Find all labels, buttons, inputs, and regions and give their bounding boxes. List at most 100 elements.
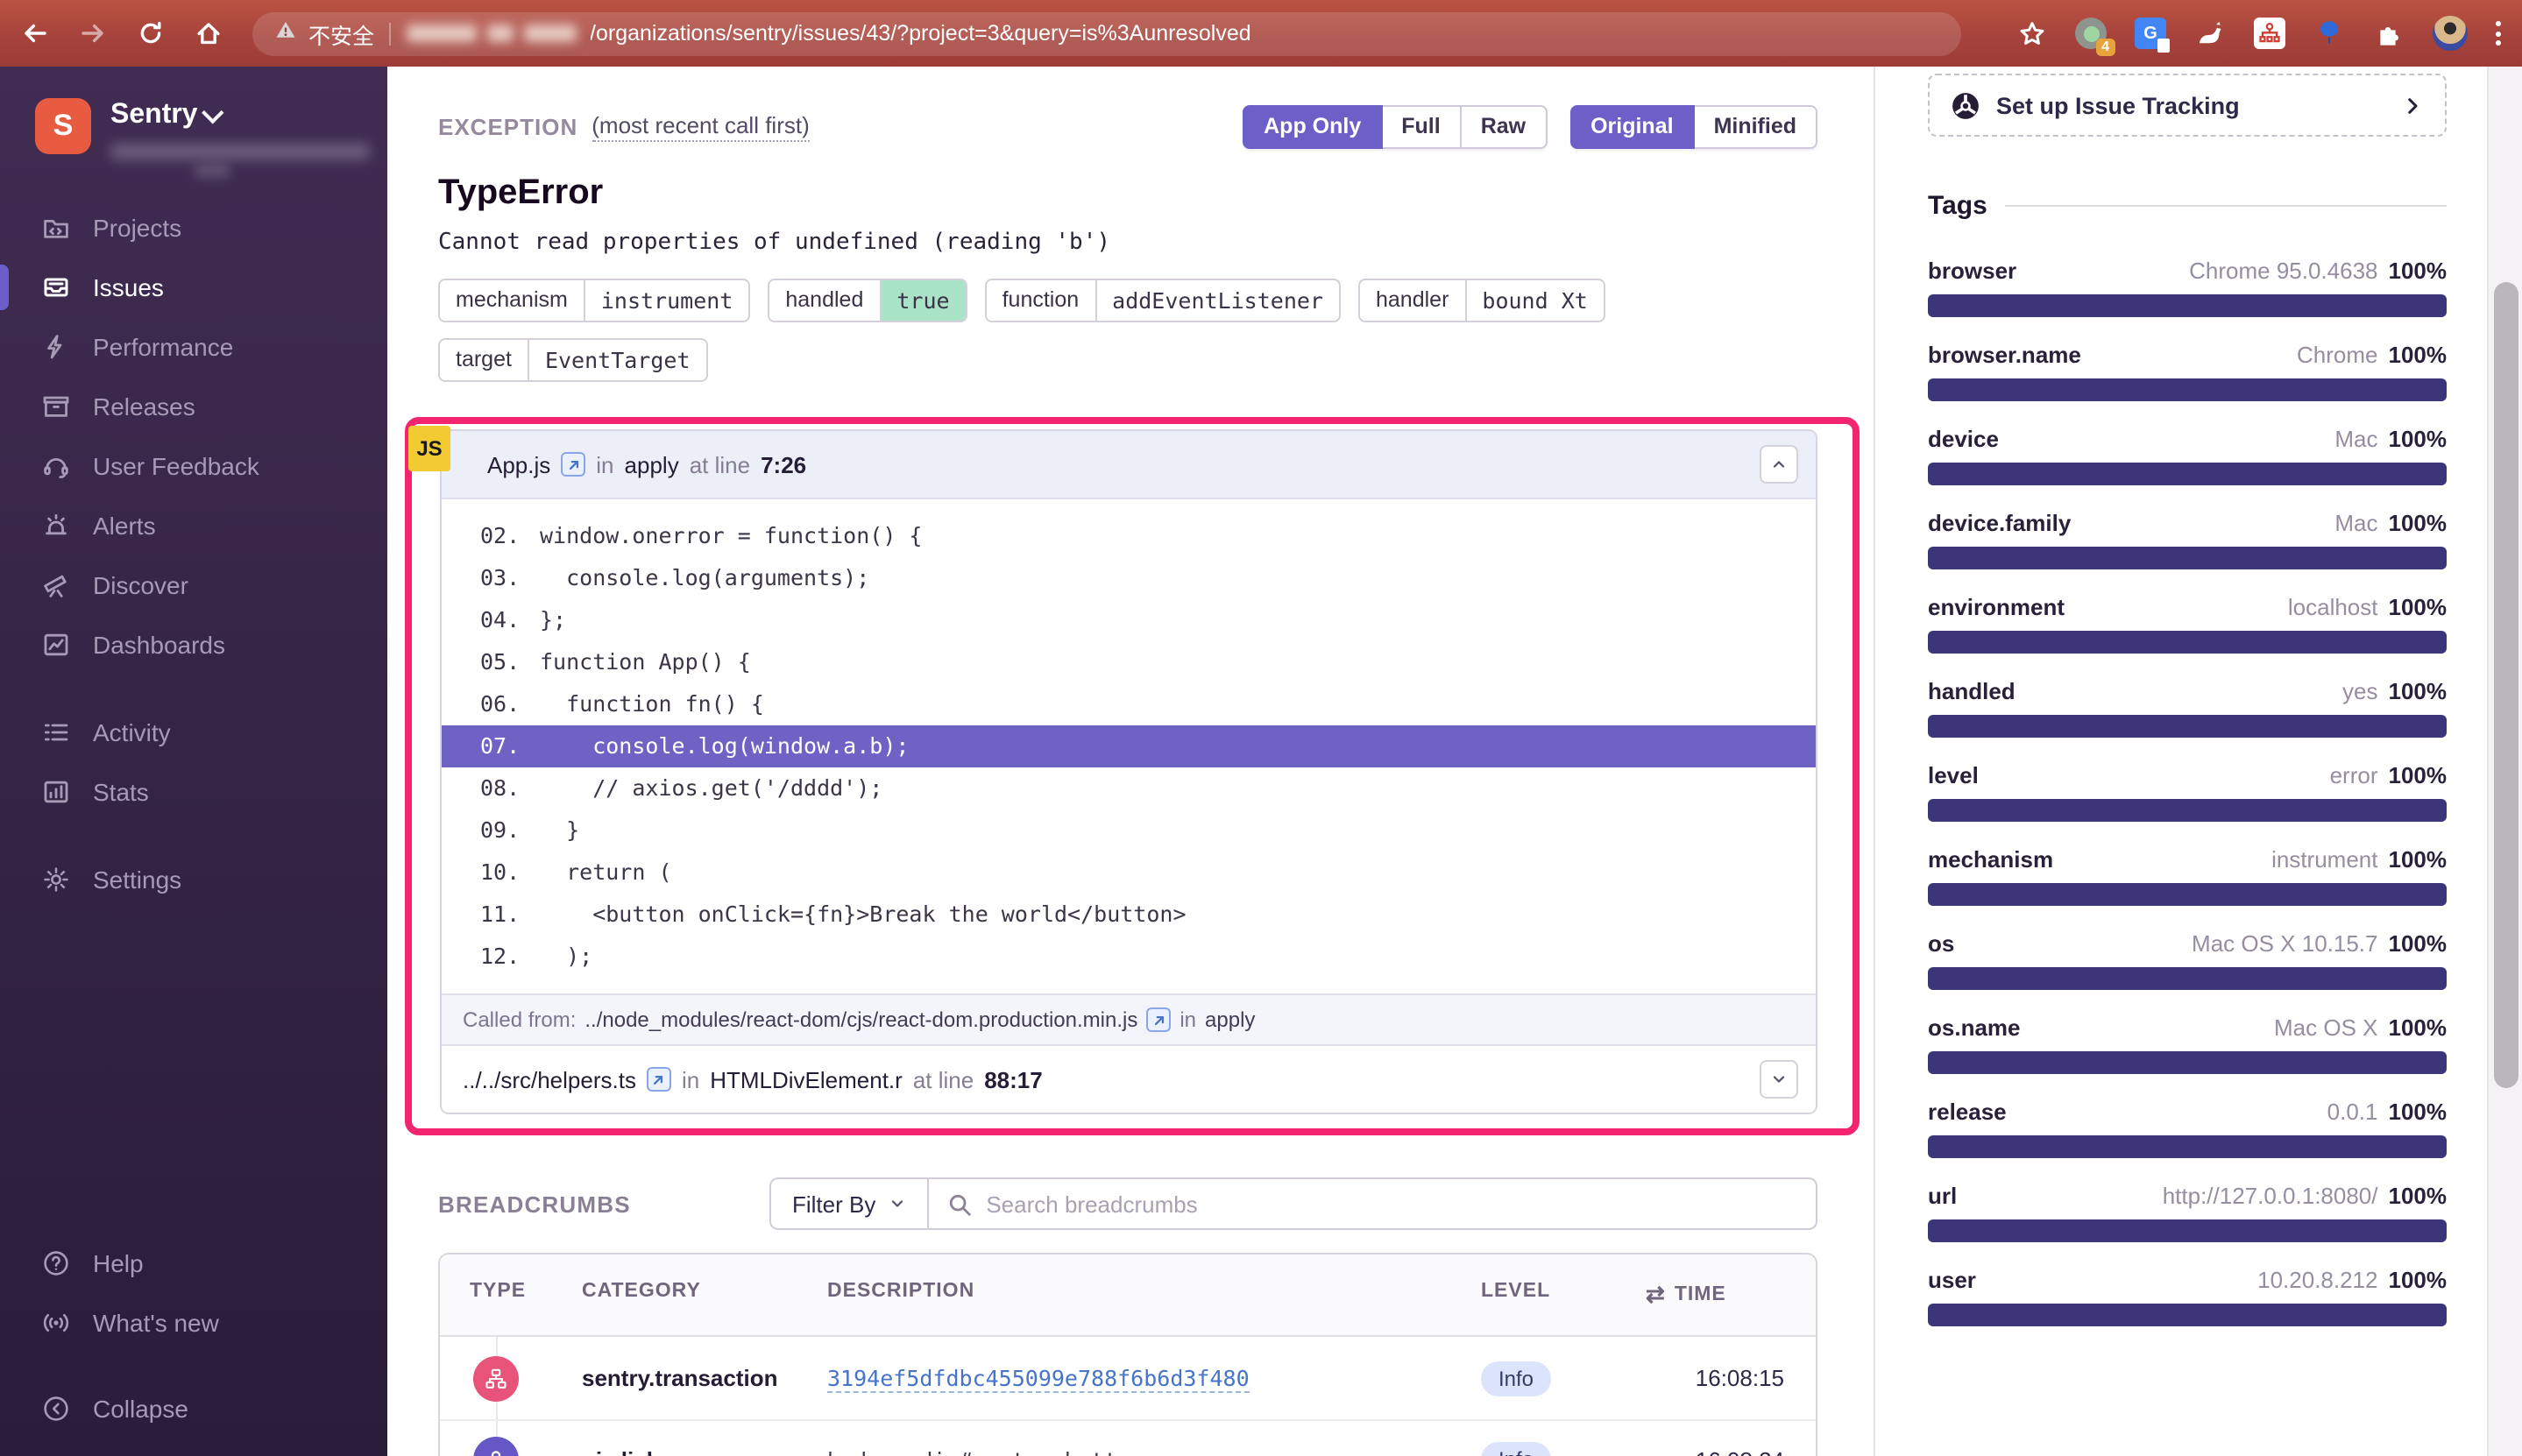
breadcrumb-row-ui-click[interactable]: ui.click body > div#root > button Info 1… — [440, 1419, 1816, 1456]
meta-pill-handled[interactable]: handledtrue — [768, 279, 967, 322]
exception-order-hint[interactable]: (most recent call first) — [592, 112, 810, 142]
sidebar-item-issues[interactable]: Issues — [0, 258, 387, 317]
sidebar-item-performance[interactable]: Performance — [0, 317, 387, 377]
tag-distribution-bar[interactable] — [1928, 1051, 2447, 1074]
code-line: 03. console.log(arguments); — [442, 557, 1816, 599]
raw-button[interactable]: Raw — [1462, 105, 1547, 149]
tag-distribution-bar[interactable] — [1928, 799, 2447, 822]
dog-extension-icon[interactable] — [2194, 18, 2226, 49]
meta-pill-target[interactable]: targetEventTarget — [438, 338, 708, 382]
tag-distribution-bar[interactable] — [1928, 883, 2447, 906]
tag-distribution-bar[interactable] — [1928, 715, 2447, 738]
meta-pill-mechanism[interactable]: mechanisminstrument — [438, 279, 750, 322]
open-source-icon[interactable] — [647, 1067, 671, 1092]
tag-environment[interactable]: environmentlocalhost100% — [1928, 594, 2447, 654]
security-warning-icon[interactable] — [273, 17, 298, 50]
page-scrollbar[interactable] — [2487, 67, 2522, 1456]
forward-button[interactable] — [79, 19, 107, 47]
sidebar-item-collapse[interactable]: Collapse — [0, 1379, 387, 1438]
tag-device-family[interactable]: device.familyMac100% — [1928, 510, 2447, 569]
url-bar[interactable]: 不安全 /organizations/sentry/issues/43/?pro… — [252, 11, 1961, 55]
extension-recorder-icon[interactable]: 4 — [2075, 18, 2107, 49]
browser-menu-icon[interactable] — [2496, 21, 2501, 46]
tag-browser[interactable]: browserChrome 95.0.4638100% — [1928, 258, 2447, 317]
sidebar-item-dashboards[interactable]: Dashboards — [0, 615, 387, 675]
sidebar-item-stats[interactable]: Stats — [0, 762, 387, 822]
search-breadcrumbs-input[interactable] — [986, 1191, 1798, 1217]
tag-release[interactable]: release0.0.1100% — [1928, 1099, 2447, 1158]
sidebar-item-discover[interactable]: Discover — [0, 555, 387, 615]
sidebar-item-settings[interactable]: Settings — [0, 850, 387, 909]
tag-distribution-bar[interactable] — [1928, 463, 2447, 485]
col-time-sort[interactable]: TIME — [1646, 1281, 1816, 1309]
full-button[interactable]: Full — [1382, 105, 1461, 149]
sidebar-item-activity[interactable]: Activity — [0, 703, 387, 762]
extensions-puzzle-icon[interactable] — [2373, 18, 2405, 49]
tags-list: browserChrome 95.0.4638100% browser.name… — [1928, 258, 2447, 1326]
tag-distribution-bar[interactable] — [1928, 294, 2447, 317]
browser-toolbar: 不安全 /organizations/sentry/issues/43/?pro… — [0, 0, 2522, 67]
sidebar-item-whats-new[interactable]: What's new — [0, 1293, 387, 1353]
issue-sidebar: Set up Issue Tracking Tags browserChrome… — [1875, 67, 2468, 1456]
tag-device[interactable]: deviceMac100% — [1928, 426, 2447, 485]
collapsed-frame-row[interactable]: ../../src/helpers.ts in HTMLDivElement.r… — [442, 1044, 1816, 1113]
tag-distribution-bar[interactable] — [1928, 967, 2447, 990]
tag-distribution-bar[interactable] — [1928, 378, 2447, 401]
sidebar-nav: Projects Issues Performance Releases Use… — [0, 198, 387, 909]
tag-distribution-bar[interactable] — [1928, 1219, 2447, 1242]
tag-handled[interactable]: handledyes100% — [1928, 678, 2447, 738]
meta-pill-function[interactable]: functionaddEventListener — [985, 279, 1341, 322]
tag-level[interactable]: levelerror100% — [1928, 762, 2447, 822]
breadcrumb-time: 16:08:24 — [1646, 1446, 1816, 1456]
exception-meta: mechanisminstrument handledtrue function… — [438, 279, 1817, 382]
refresh-button[interactable] — [137, 19, 165, 47]
sitemap-extension-icon[interactable] — [2254, 18, 2285, 49]
called-from-row: Called from: ../node_modules/react-dom/c… — [442, 993, 1816, 1044]
profile-avatar[interactable] — [2433, 16, 2468, 51]
setup-issue-tracking[interactable]: Set up Issue Tracking — [1928, 74, 2447, 137]
url-path[interactable]: /organizations/sentry/issues/43/?project… — [590, 21, 1251, 46]
org-name: Sentry — [110, 100, 198, 131]
tag-user[interactable]: user10.20.8.212100% — [1928, 1267, 2447, 1326]
user-action-icon — [473, 1437, 519, 1456]
collapse-frame-button[interactable] — [1760, 445, 1798, 484]
code-line: 02.window.onerror = function() { — [442, 515, 1816, 557]
translate-extension-icon[interactable]: G — [2135, 18, 2166, 49]
tag-distribution-bar[interactable] — [1928, 1304, 2447, 1326]
balloon-extension-icon[interactable] — [2313, 18, 2345, 49]
sidebar-item-user-feedback[interactable]: User Feedback — [0, 436, 387, 496]
tag-os-name[interactable]: os.nameMac OS X100% — [1928, 1014, 2447, 1074]
tag-browser-name[interactable]: browser.nameChrome100% — [1928, 342, 2447, 401]
tag-distribution-bar[interactable] — [1928, 547, 2447, 569]
blurred-user-email — [110, 144, 370, 159]
original-button[interactable]: Original — [1569, 105, 1694, 149]
sidebar-item-projects[interactable]: Projects — [0, 198, 387, 258]
chevron-down-icon — [888, 1195, 905, 1212]
scrollbar-thumb[interactable] — [2494, 282, 2518, 1088]
stack-frame-header[interactable]: App.js in apply at line 7:26 — [442, 431, 1816, 499]
tag-distribution-bar[interactable] — [1928, 631, 2447, 654]
bookmark-star-icon[interactable] — [2015, 18, 2047, 49]
minified-button[interactable]: Minified — [1695, 105, 1817, 149]
issues-icon — [42, 273, 70, 301]
tag-url[interactable]: urlhttp://127.0.0.1:8080/100% — [1928, 1183, 2447, 1242]
tag-mechanism[interactable]: mechanisminstrument100% — [1928, 846, 2447, 906]
sidebar-item-releases[interactable]: Releases — [0, 377, 387, 436]
security-label[interactable]: 不安全 — [308, 17, 374, 50]
breadcrumb-row-transaction[interactable]: sentry.transaction 3194ef5dfdbc455099e78… — [440, 1337, 1816, 1419]
meta-pill-handler[interactable]: handlerbound Xt — [1358, 279, 1605, 322]
expand-frame-button[interactable] — [1760, 1060, 1798, 1099]
home-button[interactable] — [195, 19, 223, 47]
transaction-id-link[interactable]: 3194ef5dfdbc455099e788f6b6d3f480 — [827, 1365, 1250, 1393]
open-source-icon[interactable] — [561, 452, 585, 477]
org-switcher[interactable]: S Sentry — [0, 67, 387, 177]
tags-section-header: Tags — [1928, 191, 2447, 221]
back-button[interactable] — [21, 19, 49, 47]
sidebar-item-help[interactable]: Help — [0, 1233, 387, 1293]
tag-distribution-bar[interactable] — [1928, 1135, 2447, 1158]
tag-os[interactable]: osMac OS X 10.15.7100% — [1928, 930, 2447, 990]
app-only-button[interactable]: App Only — [1243, 105, 1382, 149]
filter-by-button[interactable]: Filter By — [771, 1179, 928, 1228]
sidebar-item-alerts[interactable]: Alerts — [0, 496, 387, 555]
open-source-icon[interactable] — [1146, 1007, 1171, 1032]
